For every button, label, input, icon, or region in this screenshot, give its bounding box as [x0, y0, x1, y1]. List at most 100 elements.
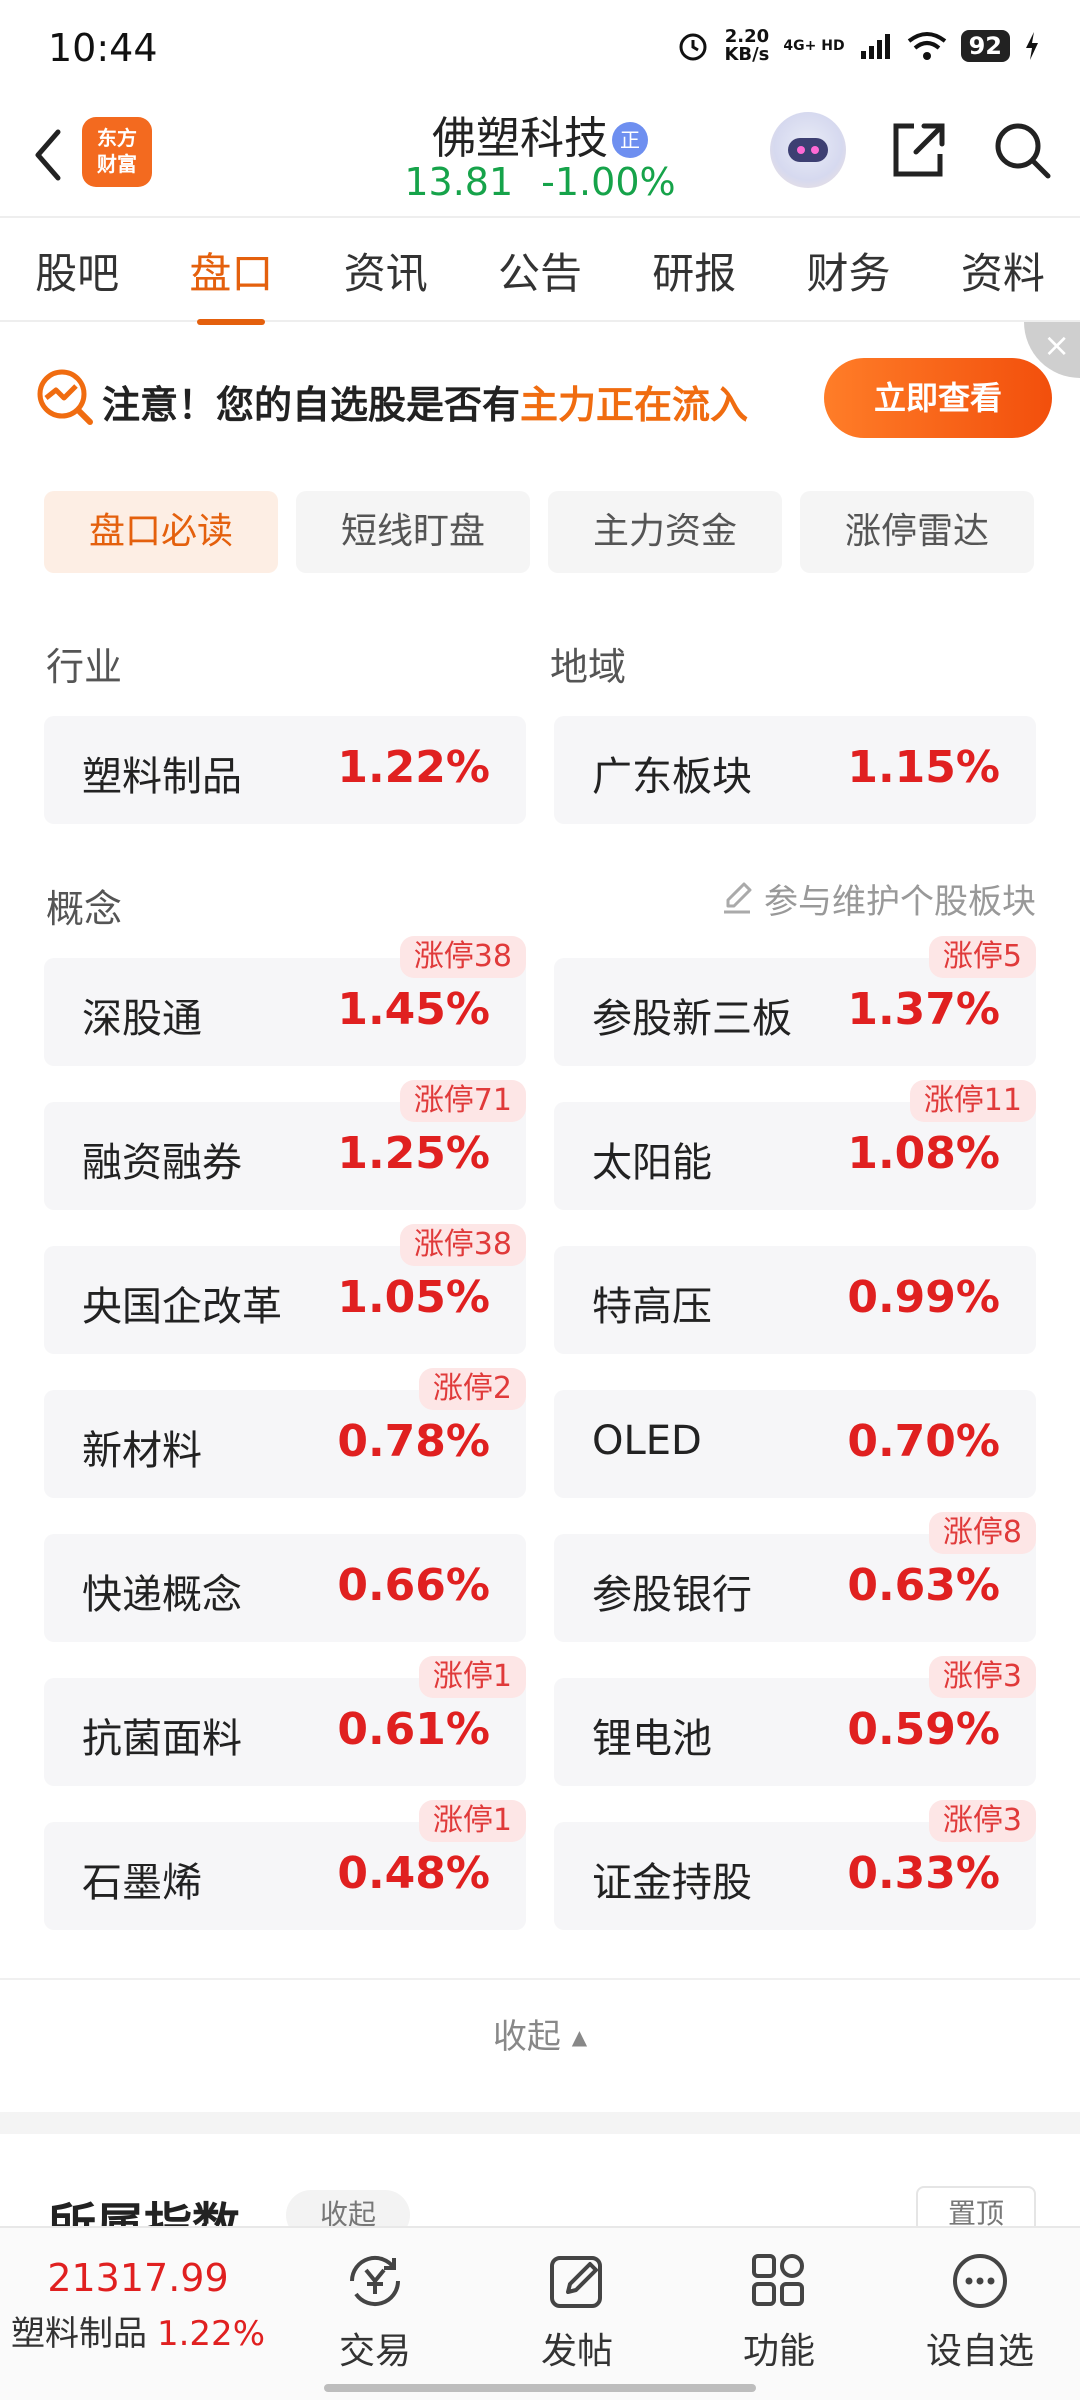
concept-change: 1.37%: [847, 984, 1000, 1035]
concept-name: 石墨烯: [82, 1860, 202, 1906]
tab-pankou[interactable]: 盘口: [183, 240, 279, 325]
tab-finance[interactable]: 财务: [801, 240, 897, 301]
stock-tabs: 股吧 盘口 资讯 公告 研报 财务 资料: [0, 220, 1080, 325]
concept-change: 1.45%: [337, 984, 490, 1035]
concept-change: 0.48%: [337, 1848, 490, 1899]
trend-search-icon: [37, 369, 93, 425]
industry-label: 行业: [46, 645, 123, 689]
limit-up-badge: 涨停8: [928, 1512, 1036, 1554]
concept-name: 太阳能: [592, 1140, 712, 1186]
concept-card[interactable]: 快递概念 0.66%: [44, 1534, 526, 1642]
trade-button[interactable]: 交易: [305, 2248, 445, 2374]
collapse-button[interactable]: 收起 ▲: [0, 1978, 1080, 2092]
grid-icon: [752, 2254, 804, 2306]
limit-up-badge: 涨停3: [928, 1800, 1036, 1842]
signal-icon: [860, 34, 890, 59]
concept-name: 快递概念: [82, 1572, 242, 1618]
charging-icon: [1026, 32, 1038, 60]
limit-up-badge: 涨停38: [399, 936, 526, 978]
subtab-main-funds[interactable]: 主力资金: [548, 491, 782, 573]
subtab-limit-up-radar[interactable]: 涨停雷达: [800, 491, 1034, 573]
promo-banner: × 注意！您的自选股是否有主力正在流入 立即查看: [0, 322, 1080, 472]
status-time: 10:44: [48, 26, 158, 70]
concept-card[interactable]: 参股银行 0.63% 涨停8: [554, 1512, 1036, 1642]
add-watchlist-button[interactable]: 设自选: [910, 2248, 1050, 2374]
concept-card[interactable]: 特高压 0.99%: [554, 1246, 1036, 1354]
pankou-subtabs: 盘口必读 短线盯盘 主力资金 涨停雷达: [44, 491, 1036, 573]
concept-card[interactable]: 新材料 0.78% 涨停2: [44, 1368, 526, 1498]
limit-up-badge: 涨停1: [418, 1800, 526, 1842]
concept-change: 1.25%: [337, 1128, 490, 1179]
banner-text: 注意！您的自选股是否有主力正在流入: [102, 383, 749, 427]
concept-change: 0.70%: [847, 1416, 1000, 1467]
subtab-short-term[interactable]: 短线盯盘: [296, 491, 530, 573]
concept-name: 锂电池: [592, 1716, 712, 1762]
status-icons: 2.20 KB/s 4G+ HD 92: [676, 28, 1040, 64]
concept-change: 0.33%: [847, 1848, 1000, 1899]
concept-card[interactable]: 石墨烯 0.48% 涨停1: [44, 1800, 526, 1930]
concept-change: 1.05%: [337, 1272, 490, 1323]
share-icon[interactable]: [886, 118, 950, 182]
concept-change: 0.66%: [337, 1560, 490, 1611]
concept-name: 新材料: [82, 1428, 202, 1474]
concept-label: 概念: [46, 887, 123, 931]
limit-up-badge: 涨停5: [928, 936, 1036, 978]
concept-name: 融资融券: [82, 1140, 242, 1186]
compose-icon: [550, 2256, 602, 2308]
stock-price: 13.81: [404, 160, 514, 204]
concept-name: 深股通: [82, 996, 202, 1042]
view-now-button[interactable]: 立即查看: [824, 358, 1052, 438]
tab-news[interactable]: 资讯: [338, 240, 434, 301]
limit-up-badge: 涨停71: [399, 1080, 526, 1122]
concept-change: 0.59%: [847, 1704, 1000, 1755]
limit-up-badge: 涨停38: [399, 1224, 526, 1266]
concept-card[interactable]: 锂电池 0.59% 涨停3: [554, 1656, 1036, 1786]
verified-badge: 正: [612, 122, 648, 158]
bottom-action-bar: 21317.99 塑料制品 1.22% 交易 发帖 功能 设自选: [0, 2226, 1080, 2400]
concept-card[interactable]: 央国企改革 1.05% 涨停38: [44, 1224, 526, 1354]
subtab-must-read[interactable]: 盘口必读: [44, 491, 278, 573]
maintain-sectors-link[interactable]: 参与维护个股板块: [718, 874, 1036, 923]
home-indicator: [324, 2384, 756, 2392]
tab-research[interactable]: 研报: [646, 240, 742, 301]
concept-card[interactable]: OLED 0.70%: [554, 1390, 1036, 1498]
concept-name: 参股银行: [592, 1572, 752, 1618]
concept-card[interactable]: 证金持股 0.33% 涨停3: [554, 1800, 1036, 1930]
network-type: 4G+ HD: [783, 38, 845, 54]
concept-card[interactable]: 融资融券 1.25% 涨停71: [44, 1080, 526, 1210]
wifi-icon: [907, 32, 946, 60]
concept-card[interactable]: 参股新三板 1.37% 涨停5: [554, 936, 1036, 1066]
net-speed: 2.20 KB/s: [724, 26, 770, 65]
tab-announcements[interactable]: 公告: [492, 240, 588, 301]
post-button[interactable]: 发帖: [507, 2248, 647, 2374]
status-bar: 10:44 2.20 KB/s 4G+ HD 92: [0, 0, 1080, 100]
region-card[interactable]: 广东板块 1.15%: [554, 716, 1036, 824]
tab-profile[interactable]: 资料: [955, 240, 1051, 301]
bottom-index-quote[interactable]: 21317.99 塑料制品 1.22%: [0, 2256, 276, 2355]
search-icon[interactable]: [990, 118, 1054, 182]
section-divider: [0, 2112, 1080, 2134]
robot-assistant-icon[interactable]: [770, 112, 846, 188]
concept-card[interactable]: 深股通 1.45% 涨停38: [44, 936, 526, 1066]
caret-up-icon: ▲: [571, 2025, 588, 2049]
tab-guba[interactable]: 股吧: [29, 240, 125, 301]
concept-card[interactable]: 抗菌面料 0.61% 涨停1: [44, 1656, 526, 1786]
concept-change: 0.61%: [337, 1704, 490, 1755]
stock-name: 佛塑科技: [432, 113, 608, 164]
concept-change: 0.99%: [847, 1272, 1000, 1323]
trade-icon: [349, 2255, 401, 2307]
battery-indicator: 92: [960, 30, 1010, 62]
more-icon: [953, 2254, 1007, 2308]
limit-up-badge: 涨停1: [418, 1656, 526, 1698]
concept-name: 央国企改革: [82, 1284, 282, 1330]
limit-up-badge: 涨停2: [418, 1368, 526, 1410]
functions-button[interactable]: 功能: [709, 2248, 849, 2374]
concept-name: OLED: [592, 1418, 702, 1464]
industry-card[interactable]: 塑料制品 1.22%: [44, 716, 526, 824]
limit-up-badge: 涨停11: [909, 1080, 1036, 1122]
stock-header: 东方 财富 佛塑科技正 13.81 -1.00%: [0, 100, 1080, 218]
concept-name: 特高压: [592, 1284, 712, 1330]
concept-card[interactable]: 太阳能 1.08% 涨停11: [554, 1080, 1036, 1210]
concept-change: 0.78%: [337, 1416, 490, 1467]
alarm-icon: [679, 33, 707, 61]
